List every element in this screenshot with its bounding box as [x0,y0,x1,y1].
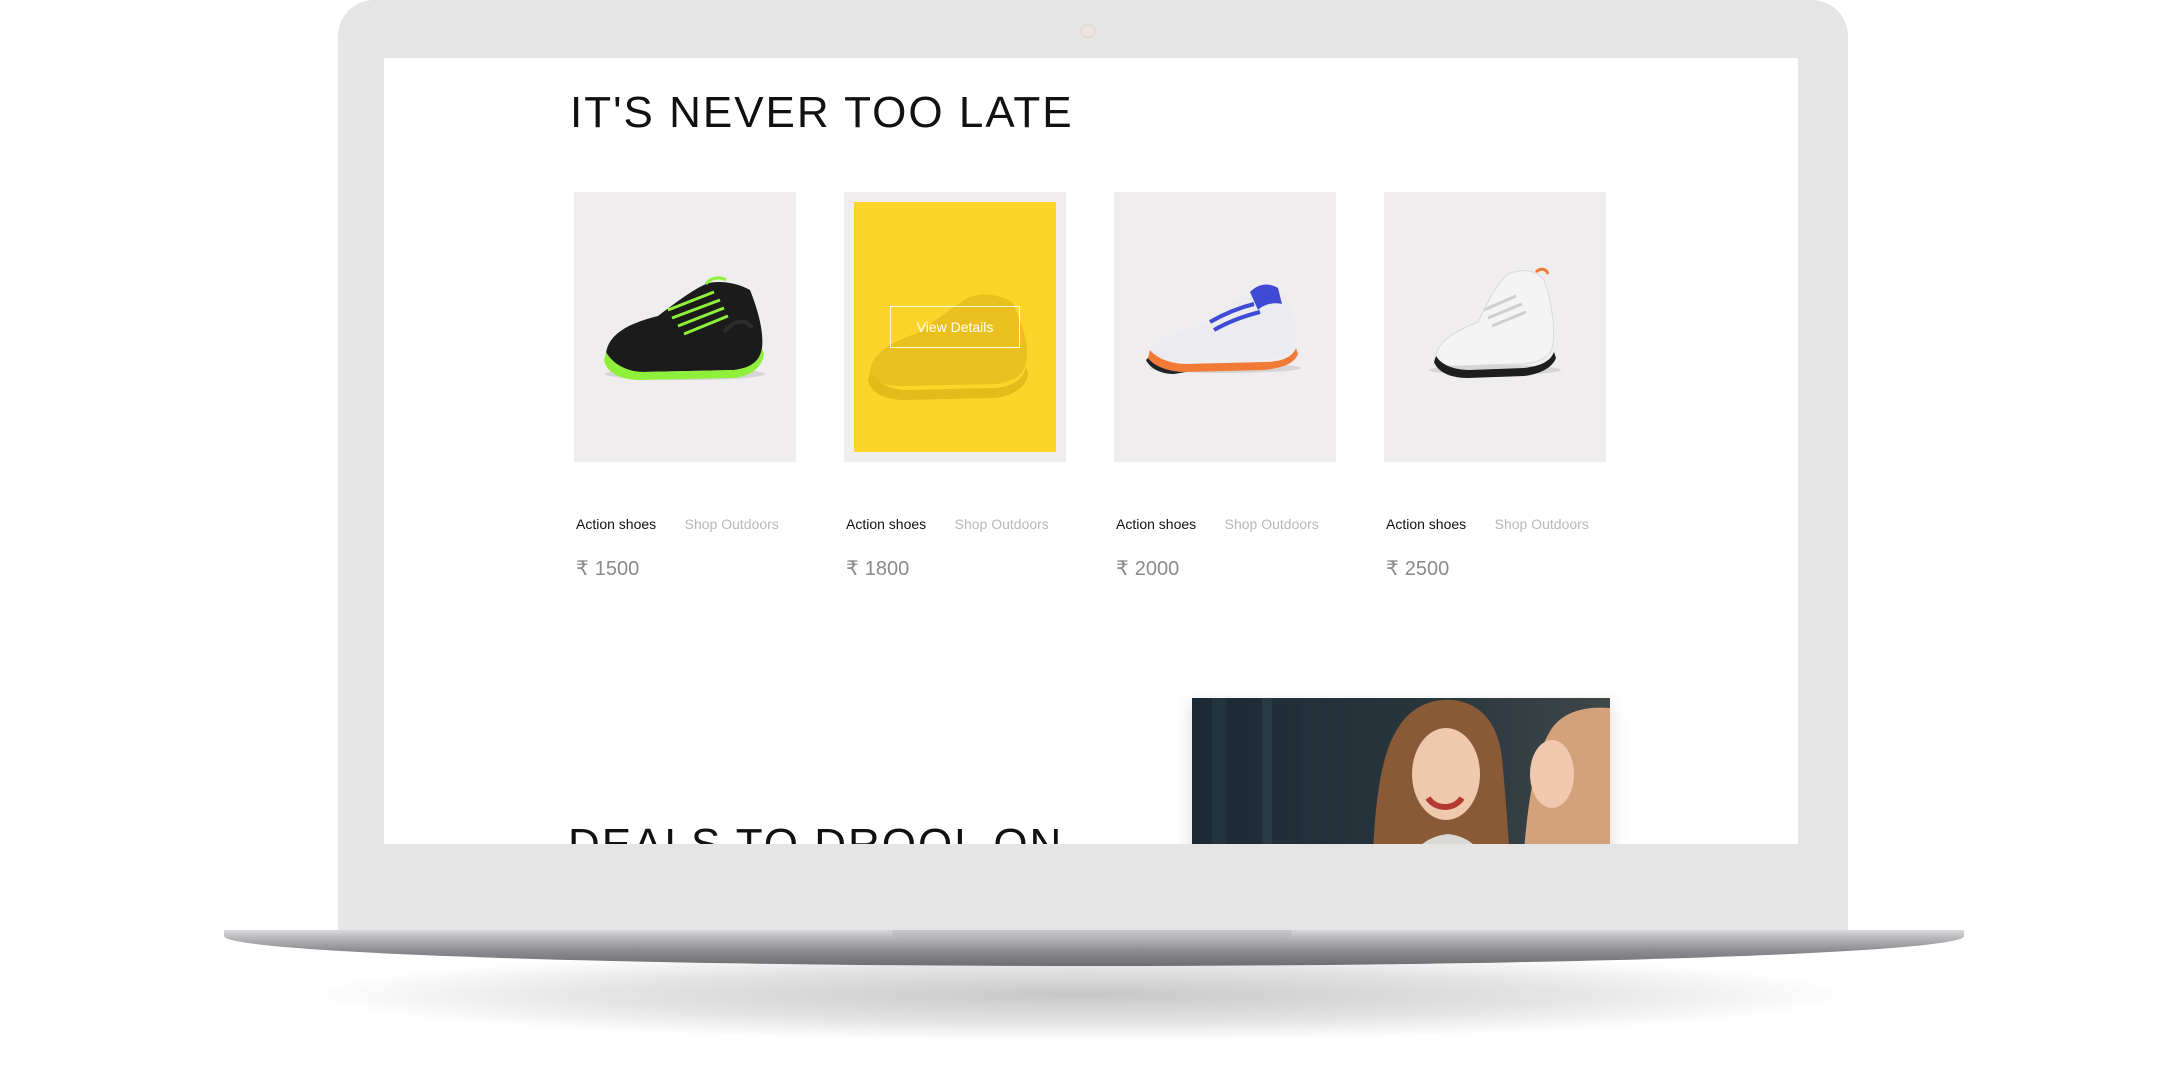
product-price-value: 1800 [864,558,910,580]
webcam-icon [1081,24,1095,38]
product-meta: Action shoes Shop Outdoors [844,516,1066,534]
section-title: IT'S NEVER TOO LATE [570,88,1074,137]
deals-photo [1192,698,1610,844]
product-meta: Action shoes Shop Outdoors [1384,516,1606,534]
product-meta: Action shoes Shop Outdoors [1114,516,1336,534]
product-category-link[interactable]: Shop Outdoors [1495,516,1589,532]
product-card[interactable]: Action shoes Shop Outdoors ₹1500 [574,192,796,581]
product-image[interactable] [1384,192,1606,462]
product-card[interactable]: View Details Action shoes Shop Outdoors … [844,192,1066,581]
product-grid: Action shoes Shop Outdoors ₹1500 View De… [574,192,1614,592]
product-image[interactable] [1114,192,1336,462]
black-green-sneaker-icon [604,276,765,380]
product-image[interactable]: View Details [844,192,1066,462]
product-card[interactable]: Action shoes Shop Outdoors ₹2500 [1384,192,1606,581]
product-price: ₹2000 [1116,556,1336,581]
white-high-top-sneaker-icon [1429,267,1561,378]
product-price: ₹1800 [846,556,1066,581]
laptop-hinge-notch [892,930,1292,942]
rupee-icon: ₹ [846,558,859,580]
product-price: ₹1500 [576,556,796,581]
hover-overlay: View Details [854,202,1056,452]
product-price-value: 2500 [1404,558,1450,580]
laptop-mockup: IT'S NEVER TOO LATE Action shoes Shop Ou… [0,0,2160,1065]
view-details-button[interactable]: View Details [890,306,1020,348]
product-name: Action shoes [846,516,927,532]
two-women-photo-icon [1192,698,1610,844]
product-category-link[interactable]: Shop Outdoors [955,516,1049,532]
product-category-link[interactable]: Shop Outdoors [685,516,779,532]
product-image[interactable] [574,192,796,462]
product-meta: Action shoes Shop Outdoors [574,516,796,534]
product-name: Action shoes [1386,516,1467,532]
rupee-icon: ₹ [1116,558,1129,580]
product-price: ₹2500 [1386,556,1606,581]
white-blue-running-shoe-icon [1146,284,1301,374]
rupee-icon: ₹ [576,558,589,580]
deals-title: DEALS TO DROOL ON [568,820,1063,844]
product-price-value: 1500 [594,558,640,580]
product-category-link[interactable]: Shop Outdoors [1225,516,1319,532]
rupee-icon: ₹ [1386,558,1399,580]
product-name: Action shoes [1116,516,1197,532]
product-name: Action shoes [576,516,657,532]
product-price-value: 2000 [1134,558,1180,580]
laptop-screen: IT'S NEVER TOO LATE Action shoes Shop Ou… [384,58,1798,844]
product-card[interactable]: Action shoes Shop Outdoors ₹2000 [1114,192,1336,581]
